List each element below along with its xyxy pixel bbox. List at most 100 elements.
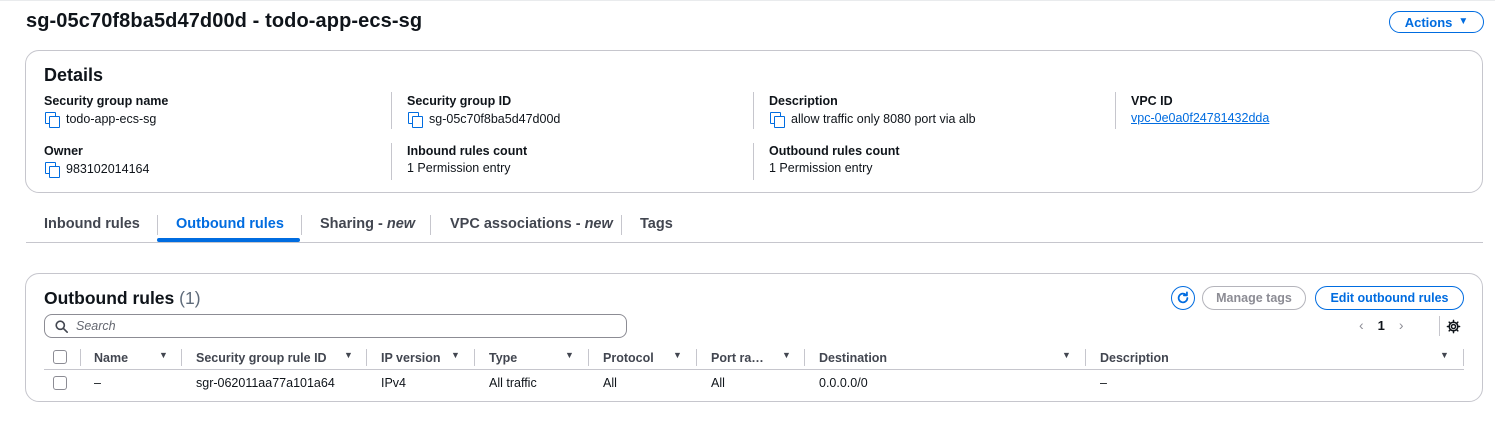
column-divider: [391, 92, 392, 129]
cell-port-range: All: [711, 376, 725, 390]
tab-outbound-rules[interactable]: Outbound rules: [176, 216, 284, 232]
copy-icon[interactable]: [44, 111, 60, 128]
header-divider: [588, 349, 589, 366]
tab-bar: Inbound rules Outbound rules Sharing - n…: [26, 205, 1483, 243]
column-header-rule-id[interactable]: Security group rule ID: [196, 349, 327, 367]
tab-label: Sharing -: [320, 216, 387, 232]
gear-icon: [1446, 319, 1460, 333]
table-header: Name ▼ Security group rule ID ▼ IP versi…: [44, 346, 1464, 370]
copy-icon[interactable]: [407, 111, 423, 128]
column-header-description[interactable]: Description: [1100, 349, 1169, 367]
field-label: Security group ID: [407, 94, 512, 108]
sort-down-icon[interactable]: ▼: [565, 350, 574, 360]
sort-down-icon[interactable]: ▼: [159, 350, 168, 360]
table-settings-button[interactable]: [1444, 317, 1462, 335]
field-value: todo-app-ecs-sg: [66, 112, 157, 126]
column-header-ip-version[interactable]: IP version: [381, 349, 441, 367]
edit-outbound-rules-button[interactable]: Edit outbound rules: [1315, 286, 1464, 310]
select-all-checkbox[interactable]: [53, 350, 67, 364]
outbound-rules-panel: Outbound rules (1) Manage tags Edit outb…: [25, 273, 1483, 402]
field-value: 1 Permission entry: [407, 161, 511, 175]
refresh-button[interactable]: [1171, 286, 1195, 310]
tab-inbound-rules[interactable]: Inbound rules: [44, 216, 140, 232]
sort-down-icon[interactable]: ▼: [782, 350, 791, 360]
field-outbound-rules-count: Outbound rules count 1 Permission entry: [769, 144, 1099, 175]
sort-down-icon[interactable]: ▼: [451, 350, 460, 360]
field-value: 983102014164: [66, 162, 150, 176]
copy-icon[interactable]: [769, 111, 785, 128]
column-header-port-range[interactable]: Port ra…: [711, 349, 764, 367]
tab-label: Outbound rules: [176, 216, 284, 232]
sort-down-icon[interactable]: ▼: [344, 350, 353, 360]
field-value: 1 Permission entry: [769, 161, 873, 175]
field-vpc-id: VPC ID vpc-0e0a0f24781432dda: [1131, 94, 1461, 125]
tab-label: Tags: [640, 216, 673, 232]
field-label: Security group name: [44, 94, 169, 108]
field-label: Inbound rules count: [407, 144, 528, 158]
header-divider: [1463, 349, 1464, 366]
header-divider: [80, 349, 81, 366]
tab-divider: [301, 215, 302, 235]
page-title: sg-05c70f8ba5d47d00d - todo-app-ecs-sg: [26, 10, 423, 32]
row-checkbox[interactable]: [53, 376, 67, 390]
column-header-protocol[interactable]: Protocol: [603, 349, 654, 367]
sort-down-icon[interactable]: ▼: [1440, 350, 1449, 360]
cell-destination: 0.0.0.0/0: [819, 376, 868, 390]
manage-tags-button[interactable]: Manage tags: [1202, 286, 1306, 310]
cell-name: –: [94, 376, 101, 390]
details-panel: Details Security group name todo-app-ecs…: [25, 50, 1483, 193]
pagination: ‹ 1 ›: [1359, 317, 1404, 333]
column-header-destination[interactable]: Destination: [819, 349, 887, 367]
header-divider: [1085, 349, 1086, 366]
header-divider: [696, 349, 697, 366]
header-divider: [181, 349, 182, 366]
field-owner: Owner 983102014164: [44, 144, 374, 178]
sort-down-icon[interactable]: ▼: [1062, 350, 1071, 360]
tab-label: VPC associations -: [450, 216, 585, 232]
outbound-rules-title: Outbound rules (1): [44, 288, 201, 309]
cell-protocol: All: [603, 376, 617, 390]
chevron-left-icon[interactable]: ‹: [1359, 317, 1364, 333]
field-security-group-name: Security group name todo-app-ecs-sg: [44, 94, 374, 128]
search-box[interactable]: [44, 314, 627, 338]
cell-description: –: [1100, 376, 1107, 390]
column-header-type[interactable]: Type: [489, 349, 517, 367]
tab-divider: [430, 215, 431, 235]
tab-tags[interactable]: Tags: [640, 216, 673, 232]
search-input[interactable]: [76, 319, 616, 333]
tab-label: Inbound rules: [44, 216, 140, 232]
column-divider: [1115, 92, 1116, 129]
header-divider: [804, 349, 805, 366]
vpc-id-link[interactable]: vpc-0e0a0f24781432dda: [1131, 111, 1269, 125]
tab-divider: [621, 215, 622, 235]
copy-icon[interactable]: [44, 161, 60, 178]
field-security-group-id: Security group ID sg-05c70f8ba5d47d00d: [407, 94, 737, 128]
outbound-title-text: Outbound rules: [44, 288, 175, 308]
field-label: Outbound rules count: [769, 144, 900, 158]
sort-down-icon[interactable]: ▼: [673, 350, 682, 360]
column-divider: [753, 143, 754, 180]
actions-button[interactable]: Actions ▼: [1389, 11, 1484, 33]
tab-sharing[interactable]: Sharing - new: [320, 216, 415, 232]
field-description: Description allow traffic only 8080 port…: [769, 94, 1099, 128]
details-title: Details: [44, 65, 104, 85]
column-header-name[interactable]: Name: [94, 349, 128, 367]
refresh-icon: [1177, 291, 1189, 304]
tab-vpc-associations[interactable]: VPC associations - new: [450, 216, 613, 232]
page-number[interactable]: 1: [1378, 318, 1385, 333]
tab-new-badge: new: [386, 216, 416, 232]
cell-rule-id: sgr-062011aa77a101a64: [196, 376, 335, 390]
field-inbound-rules-count: Inbound rules count 1 Permission entry: [407, 144, 737, 175]
search-icon: [55, 319, 68, 333]
caret-down-icon: ▼: [1458, 16, 1469, 27]
chevron-right-icon[interactable]: ›: [1399, 317, 1404, 333]
field-label: Owner: [44, 144, 83, 158]
pager-divider: [1439, 316, 1440, 336]
tab-divider: [157, 215, 158, 235]
tab-new-badge: new: [584, 216, 613, 232]
top-divider: [0, 0, 1495, 1]
column-divider: [753, 92, 754, 129]
table-row[interactable]: – sgr-062011aa77a101a64 IPv4 All traffic…: [44, 371, 1464, 395]
field-value: allow traffic only 8080 port via alb: [791, 112, 976, 126]
field-label: Description: [769, 94, 838, 108]
